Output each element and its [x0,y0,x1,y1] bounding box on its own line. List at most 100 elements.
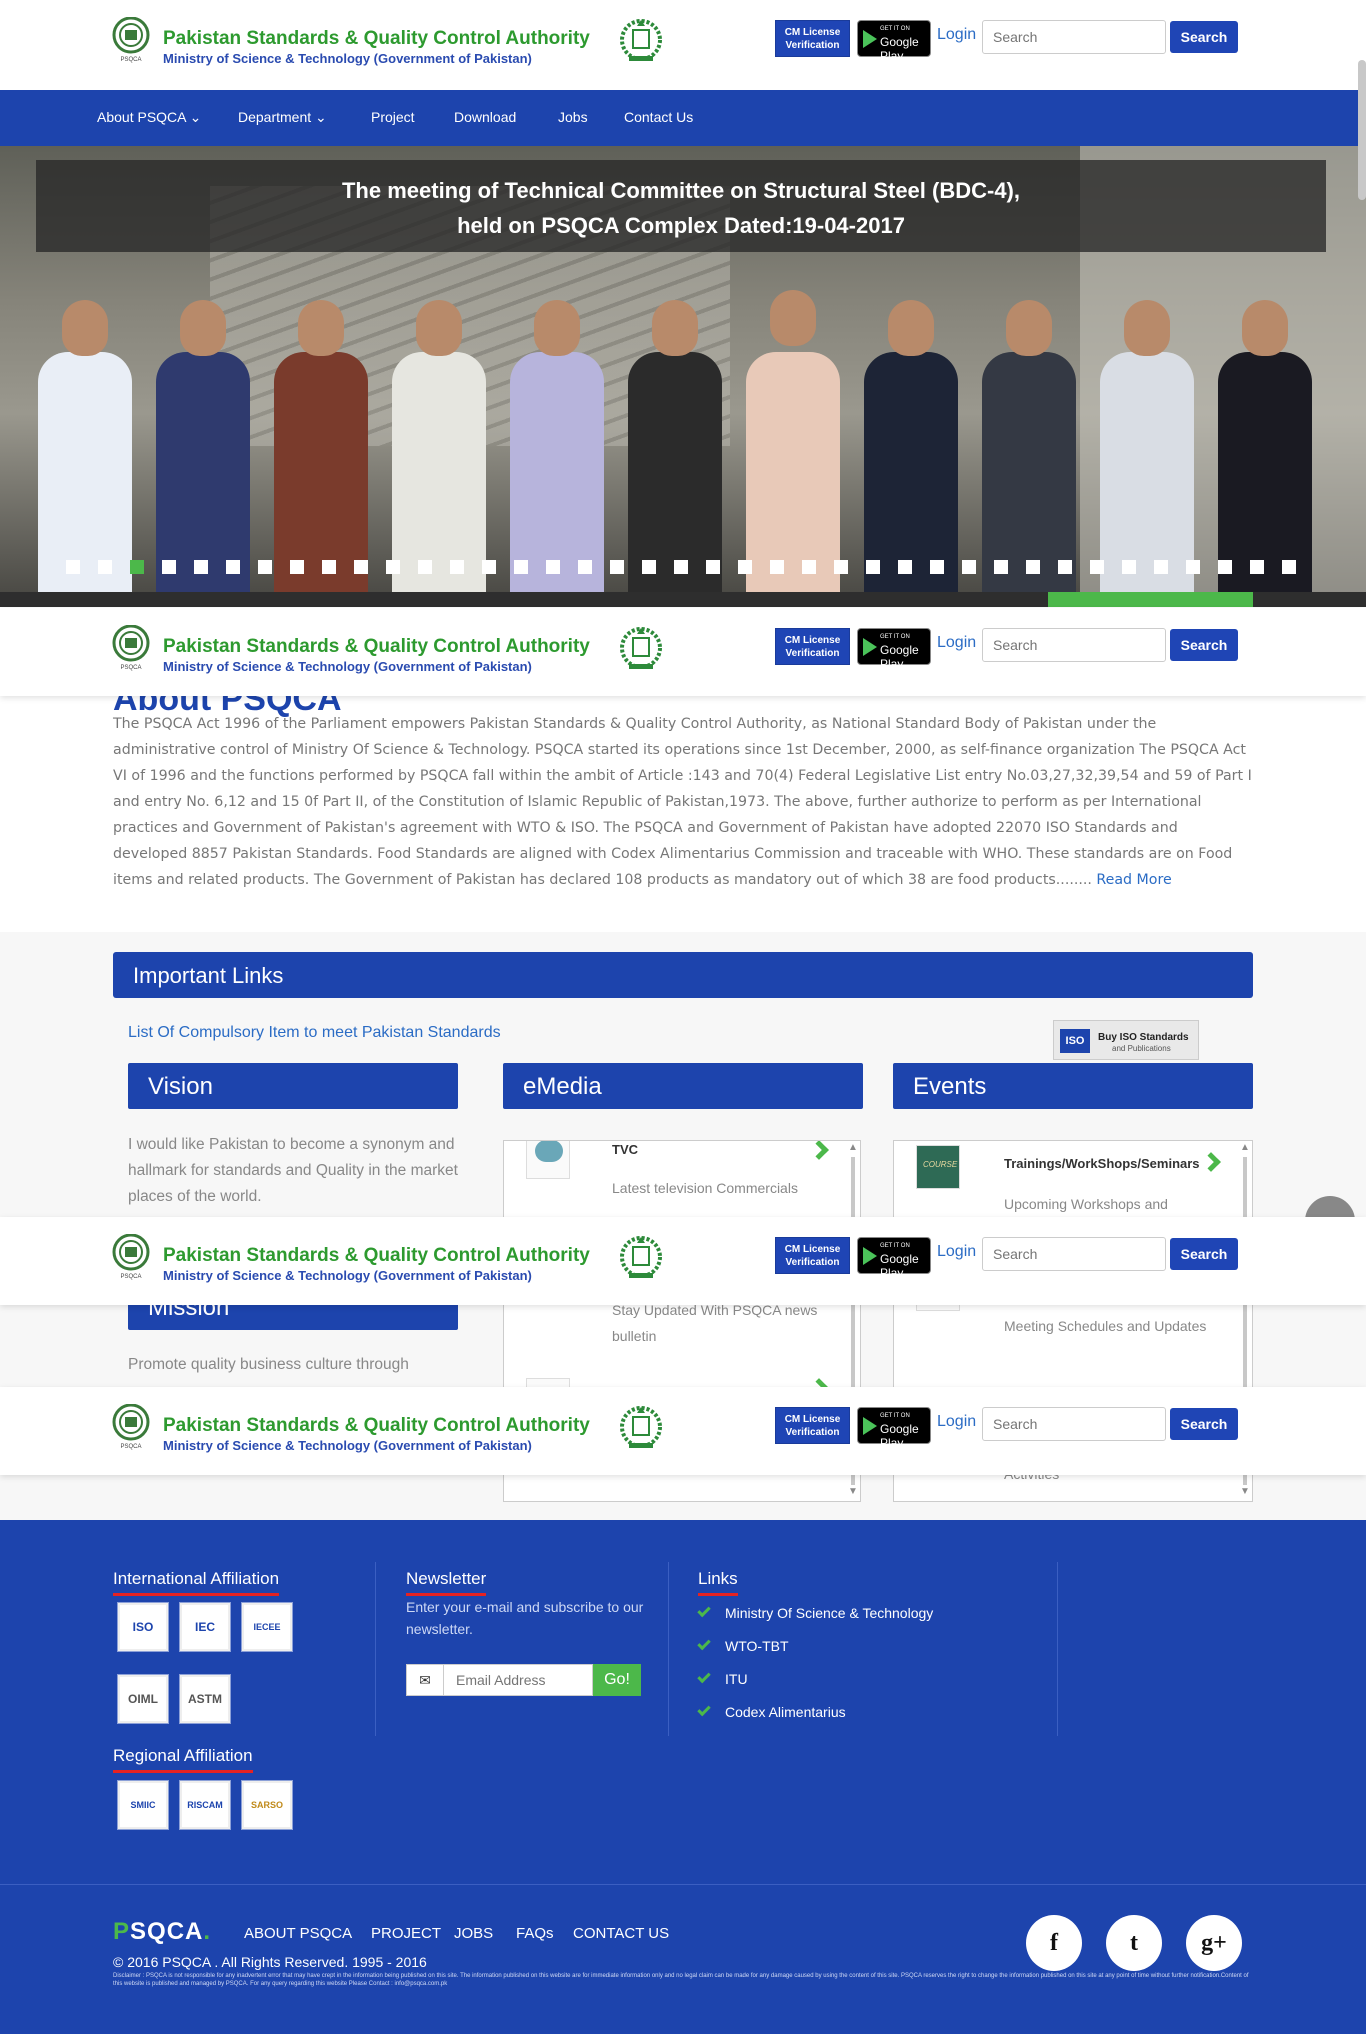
affiliation-logo[interactable]: SARSO [242,1781,292,1829]
slider-dot[interactable] [898,560,912,574]
scroll-up-icon[interactable]: ▲ [1240,1143,1250,1153]
psqca-logo-icon[interactable]: PSQCA [111,17,151,63]
slider-dot[interactable] [290,560,304,574]
slider-dot[interactable] [834,560,848,574]
slider-dot[interactable] [66,560,80,574]
cm-license-verification-button[interactable]: CM License Verification [775,628,850,665]
slider-dot[interactable] [738,560,752,574]
slider-dot[interactable] [962,560,976,574]
chevron-right-icon[interactable] [809,1141,829,1160]
page-scrollbar[interactable] [1358,60,1366,200]
slider-dot[interactable] [1026,560,1040,574]
site-title[interactable]: Pakistan Standards & Quality Control Aut… [163,1415,590,1437]
chevron-right-icon[interactable] [1201,1152,1221,1172]
site-title[interactable]: Pakistan Standards & Quality Control Aut… [163,1245,590,1267]
search-input[interactable] [982,1407,1166,1441]
psqca-logo-icon[interactable]: PSQCA [111,625,151,671]
cm-license-verification-button[interactable]: CM License Verification [775,20,850,57]
affiliation-logo[interactable]: OIML [118,1675,168,1723]
slider-dot[interactable] [546,560,560,574]
google-play-badge[interactable]: GET IT ON Google Play [857,20,931,63]
twitter-icon[interactable]: t [1106,1915,1162,1971]
slider-dot[interactable] [610,560,624,574]
affiliation-logo[interactable]: ASTM [180,1675,230,1723]
slider-dot[interactable] [1282,560,1296,574]
slider-dot[interactable] [674,560,688,574]
nav-download[interactable]: Download [454,109,516,125]
affiliation-logo[interactable]: RISCAM [180,1781,230,1829]
footer-nav-link[interactable]: JOBS [454,1925,493,1942]
footer-nav-link[interactable]: ABOUT PSQCA [244,1925,352,1942]
footer-nav-link[interactable]: PROJECT [371,1925,441,1942]
slider-dot[interactable] [930,560,944,574]
slider-dot[interactable] [706,560,720,574]
search-button[interactable]: Search [1170,1238,1238,1270]
slider-dot[interactable] [258,560,272,574]
search-button[interactable]: Search [1170,21,1238,53]
footer-link[interactable]: Ministry Of Science & Technology [725,1605,933,1621]
cm-license-verification-button[interactable]: CM License Verification [775,1407,850,1444]
nav-jobs[interactable]: Jobs [558,109,588,125]
slider-dot[interactable] [1250,560,1264,574]
slider-dot[interactable] [322,560,336,574]
login-link[interactable]: Login [937,634,976,652]
slider-dot[interactable] [514,560,528,574]
nav-project[interactable]: Project [371,109,415,125]
slider-dot[interactable] [1154,560,1168,574]
search-button[interactable]: Search [1170,1408,1238,1440]
slider-dot[interactable] [866,560,880,574]
site-title[interactable]: Pakistan Standards & Quality Control Aut… [163,28,590,50]
slider-dot[interactable] [354,560,368,574]
nav-about[interactable]: About PSQCA ⌄ [97,109,201,126]
slider-dot[interactable] [450,560,464,574]
slider-dot[interactable] [418,560,432,574]
slider-dot[interactable] [130,560,144,574]
search-input[interactable] [982,1237,1166,1271]
facebook-icon[interactable]: f [1026,1915,1082,1971]
cm-license-verification-button[interactable]: CM License Verification [775,1237,850,1274]
slider-dot[interactable] [802,560,816,574]
affiliation-logo[interactable]: IECEE [242,1603,292,1651]
slider-dot[interactable] [578,560,592,574]
footer-logo[interactable]: PSQCA. [113,1918,211,1946]
buy-iso-standards-button[interactable]: ISO Buy ISO Standards and Publications [1053,1020,1199,1060]
slider-dot[interactable] [98,560,112,574]
psqca-logo-icon[interactable]: PSQCA [111,1234,151,1280]
search-button[interactable]: Search [1170,629,1238,661]
slider-dot[interactable] [1090,560,1104,574]
slider-dot[interactable] [1058,560,1072,574]
nav-department[interactable]: Department ⌄ [238,109,327,126]
search-input[interactable] [982,628,1166,662]
affiliation-logo[interactable]: ISO [118,1603,168,1651]
slider-dot[interactable] [162,560,176,574]
newsletter-email-input[interactable] [443,1664,593,1696]
footer-link[interactable]: WTO-TBT [725,1638,789,1654]
search-input[interactable] [982,20,1166,54]
compulsory-items-link[interactable]: List Of Compulsory Item to meet Pakistan… [128,1024,501,1042]
psqca-logo-icon[interactable]: PSQCA [111,1404,151,1450]
read-more-link[interactable]: Read More [1096,872,1171,888]
slider-dot[interactable] [1186,560,1200,574]
slider-dot[interactable] [770,560,784,574]
login-link[interactable]: Login [937,1243,976,1261]
nav-contact[interactable]: Contact Us [624,109,693,125]
slider-dot[interactable] [194,560,208,574]
footer-nav-link[interactable]: FAQs [516,1925,554,1942]
slider-dot[interactable] [994,560,1008,574]
login-link[interactable]: Login [937,26,976,44]
slider-dot[interactable] [1218,560,1232,574]
hero-slider[interactable]: The meeting of Technical Committee on St… [0,146,1366,592]
footer-link[interactable]: ITU [725,1671,748,1687]
google-play-badge[interactable]: GET IT ON Google Play [857,628,931,671]
affiliation-logo[interactable]: IEC [180,1603,230,1651]
footer-link[interactable]: Codex Alimentarius [725,1704,846,1720]
slider-dot[interactable] [482,560,496,574]
newsletter-go-button[interactable]: Go! [593,1664,641,1696]
scroll-up-icon[interactable]: ▲ [848,1143,858,1153]
affiliation-logo[interactable]: SMIIC [118,1781,168,1829]
scroll-down-icon[interactable]: ▼ [1240,1487,1250,1497]
google-play-badge[interactable]: GET IT ON Google Play [857,1407,931,1450]
google-play-badge[interactable]: GET IT ON Google Play [857,1237,931,1280]
google-plus-icon[interactable]: g+ [1186,1915,1242,1971]
slider-dot[interactable] [1122,560,1136,574]
